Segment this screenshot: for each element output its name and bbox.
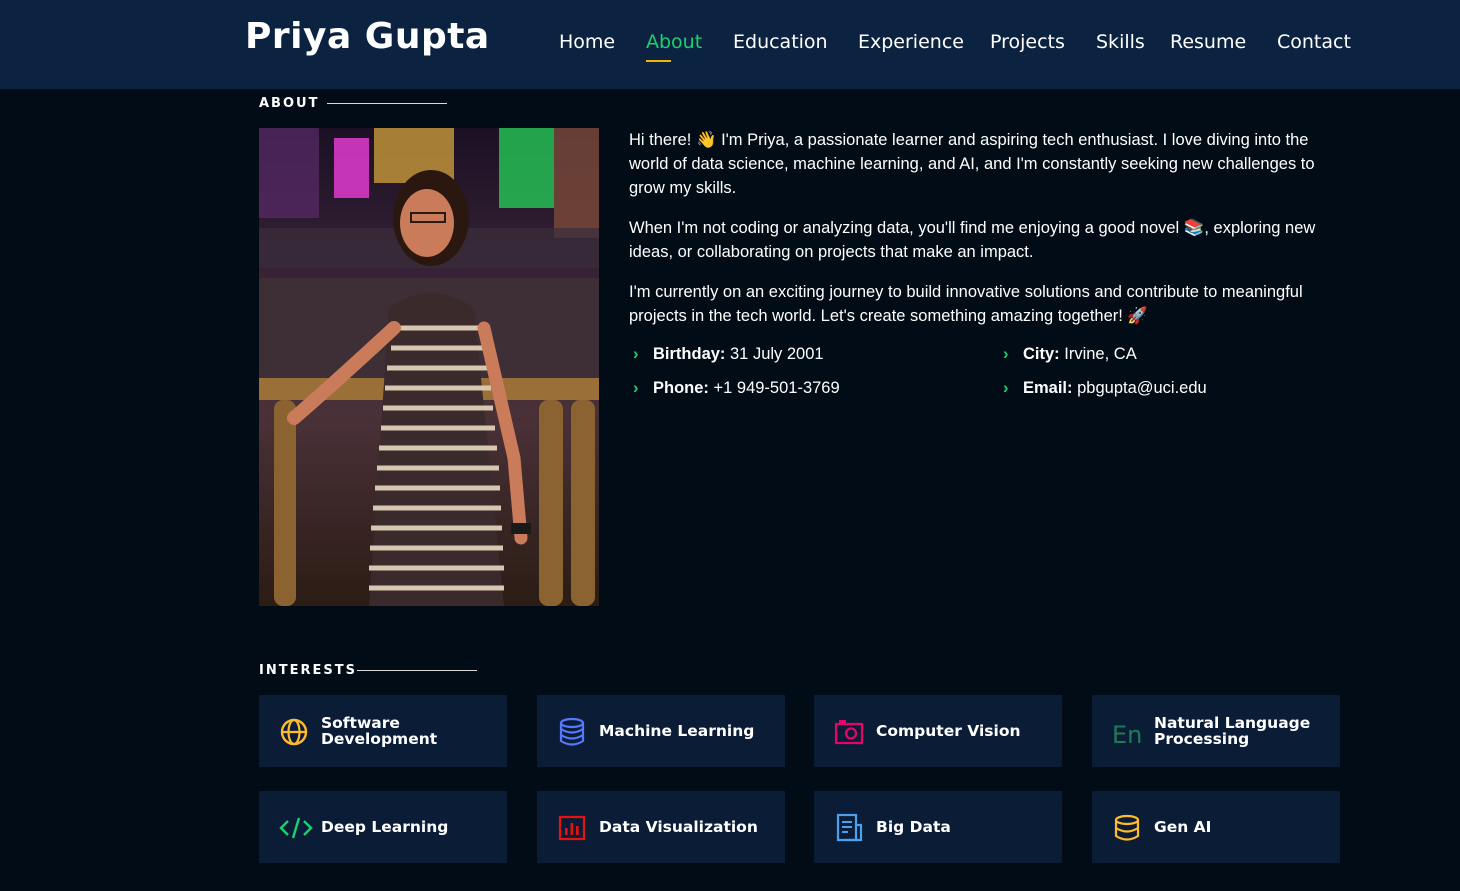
interest-label: Deep Learning bbox=[321, 818, 449, 836]
interest-label: Machine Learning bbox=[599, 722, 755, 740]
interest-label: Data Visualization bbox=[599, 818, 758, 836]
interest-card-nlp[interactable]: En Natural Language Processing bbox=[1092, 695, 1340, 767]
interest-label: Gen AI bbox=[1154, 818, 1212, 836]
about-body: Hi there! 👋 I'm Priya, a passionate lear… bbox=[629, 128, 1339, 344]
site-header: Priya Gupta Home About Education Experie… bbox=[0, 0, 1460, 89]
about-paragraph-2: When I'm not coding or analyzing data, y… bbox=[629, 219, 1316, 261]
language-icon: En bbox=[1112, 721, 1142, 747]
profile-photo-illustration bbox=[259, 128, 599, 606]
nav-projects[interactable]: Projects bbox=[990, 31, 1065, 53]
interest-label: Natural Language Processing bbox=[1154, 714, 1311, 748]
interest-label: Big Data bbox=[876, 818, 951, 836]
interest-card-computer-vision[interactable]: Computer Vision bbox=[814, 695, 1062, 767]
nav-experience[interactable]: Experience bbox=[858, 31, 964, 53]
nav-resume[interactable]: Resume bbox=[1170, 31, 1246, 53]
interest-label: Software Development bbox=[321, 714, 438, 748]
nav-home[interactable]: Home bbox=[559, 31, 615, 53]
interest-card-gen-ai[interactable]: Gen AI bbox=[1092, 791, 1340, 863]
database-icon bbox=[559, 717, 585, 746]
interest-label: Computer Vision bbox=[876, 722, 1021, 740]
info-phone-value: +1 949-501-3769 bbox=[708, 379, 840, 397]
interest-card-software-development[interactable]: Software Development bbox=[259, 695, 507, 767]
nav-contact[interactable]: Contact bbox=[1277, 31, 1351, 53]
interest-card-data-visualization[interactable]: Data Visualization bbox=[537, 791, 785, 863]
chevron-right-icon: › bbox=[1003, 345, 1009, 363]
info-birthday: › Birthday: 31 July 2001 bbox=[633, 345, 824, 364]
document-icon bbox=[836, 813, 863, 842]
info-birthday-value: 31 July 2001 bbox=[725, 345, 824, 363]
nav-about-label: About bbox=[646, 31, 703, 53]
svg-text:En: En bbox=[1112, 721, 1142, 747]
code-icon bbox=[279, 817, 313, 839]
info-email: › Email: pbgupta@uci.edu bbox=[1003, 379, 1207, 398]
interest-card-deep-learning[interactable]: Deep Learning bbox=[259, 791, 507, 863]
profile-photo bbox=[259, 128, 599, 606]
info-city-value: Irvine, CA bbox=[1059, 345, 1137, 363]
camera-icon bbox=[834, 720, 864, 745]
globe-icon bbox=[280, 718, 308, 746]
info-city-label: City: bbox=[1023, 345, 1060, 363]
main-nav: Home About Education Experience Projects… bbox=[0, 31, 1460, 62]
interest-card-big-data[interactable]: Big Data bbox=[814, 791, 1062, 863]
info-phone: › Phone: +1 949-501-3769 bbox=[633, 379, 840, 398]
interests-section-title: INTERESTS bbox=[259, 663, 357, 678]
nav-education[interactable]: Education bbox=[733, 31, 828, 53]
info-email-label: Email: bbox=[1023, 379, 1073, 397]
info-birthday-label: Birthday: bbox=[653, 345, 726, 363]
coins-icon bbox=[1114, 814, 1140, 841]
chevron-right-icon: › bbox=[1003, 379, 1009, 397]
nav-skills[interactable]: Skills bbox=[1096, 31, 1145, 53]
interest-card-machine-learning[interactable]: Machine Learning bbox=[537, 695, 785, 767]
info-email-value[interactable]: pbgupta@uci.edu bbox=[1073, 379, 1207, 397]
about-title-line bbox=[327, 103, 447, 104]
bar-chart-icon bbox=[558, 815, 586, 841]
interests-title-line bbox=[357, 670, 477, 671]
about-paragraph-3: I'm currently on an exciting journey to … bbox=[629, 283, 1303, 325]
info-phone-label: Phone: bbox=[653, 379, 709, 397]
about-paragraph-1: Hi there! 👋 I'm Priya, a passionate lear… bbox=[629, 131, 1315, 197]
chevron-right-icon: › bbox=[633, 345, 639, 363]
about-section-title: ABOUT bbox=[259, 96, 320, 111]
info-city: › City: Irvine, CA bbox=[1003, 345, 1137, 364]
chevron-right-icon: › bbox=[633, 379, 639, 397]
nav-about[interactable]: About bbox=[646, 31, 703, 62]
nav-active-underline bbox=[646, 60, 671, 62]
